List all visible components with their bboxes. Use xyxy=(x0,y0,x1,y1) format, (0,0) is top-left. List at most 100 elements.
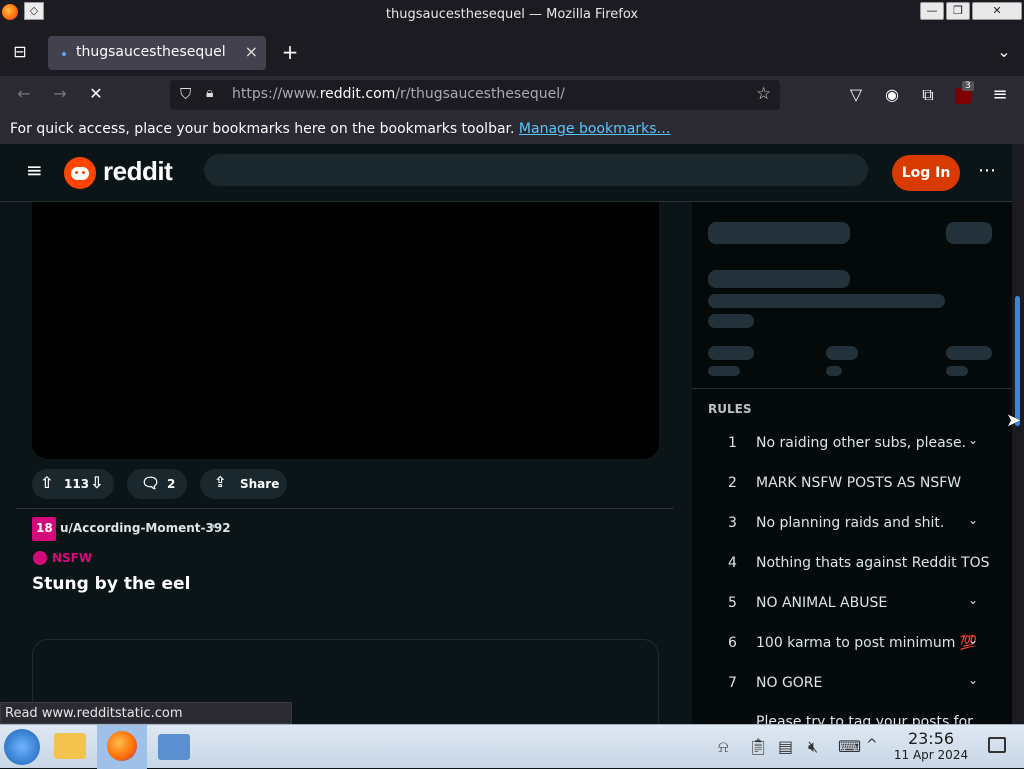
list-all-tabs-icon[interactable]: ⊟ xyxy=(10,42,30,61)
loading-skeleton xyxy=(708,222,850,244)
rule-item[interactable]: 5 NO ANIMAL ABUSE ⌄ xyxy=(692,593,1012,635)
share-button[interactable]: ⇪ Share xyxy=(200,469,287,499)
reddit-page: ≡ reddit Log In ⋯ ⇧ 113 ⇩ 🗨︎ 2 ⇪ Share 1… xyxy=(0,144,1012,724)
rule-text: Nothing thats against Reddit TOS xyxy=(756,555,990,571)
loading-skeleton xyxy=(708,346,754,360)
system-settings-icon[interactable] xyxy=(158,734,190,760)
account-icon[interactable]: ◉ xyxy=(882,85,902,104)
avatar-18-badge: 18 xyxy=(36,521,53,535)
clipboard-icon[interactable]: 📋︎ xyxy=(748,737,768,756)
show-desktop-icon[interactable] xyxy=(988,737,1006,753)
tracking-protection-icon[interactable]: ⛉ xyxy=(180,85,191,103)
sidebar-divider xyxy=(692,388,1012,389)
tab-bar: ⊟ thugsaucesthesequel × + ⌄ xyxy=(0,30,1024,76)
separator-dot: • xyxy=(210,520,218,534)
clock[interactable]: 23:56 11 Apr 2024 xyxy=(890,729,972,762)
tab-active[interactable]: thugsaucesthesequel × xyxy=(48,36,266,70)
new-tab-button[interactable]: + xyxy=(280,40,300,64)
search-bar-placeholder[interactable] xyxy=(204,154,868,186)
loading-skeleton xyxy=(826,366,842,376)
rule-text: MARK NSFW POSTS AS NSFW xyxy=(756,475,962,491)
nsfw-label: NSFW xyxy=(52,551,93,565)
rule-item[interactable]: 1 No raiding other subs, please. ⌄ xyxy=(692,433,1012,475)
chevron-down-icon[interactable]: ⌄ xyxy=(968,633,978,647)
loading-skeleton xyxy=(946,366,968,376)
tray-expand-icon[interactable]: ^ xyxy=(866,737,878,753)
reddit-wordmark[interactable]: reddit xyxy=(103,156,173,187)
loading-skeleton xyxy=(708,366,740,376)
app-menu-icon[interactable]: ≡ xyxy=(990,84,1010,105)
rule-number: 2 xyxy=(728,475,737,491)
tab-loading-icon xyxy=(62,52,66,56)
bookmark-star-icon[interactable]: ☆ xyxy=(756,84,771,104)
url-text[interactable]: https://www.reddit.com/r/thugsaucesthese… xyxy=(232,86,565,102)
lock-icon[interactable]: 🔒︎ xyxy=(206,85,213,101)
page-scrollbar[interactable] xyxy=(1012,144,1024,724)
close-window-button[interactable]: ✕ xyxy=(972,2,1022,20)
extension-badge: 3 xyxy=(962,81,974,91)
mouse-cursor-icon: ➤ xyxy=(1006,410,1022,431)
hamburger-menu-icon[interactable]: ≡ xyxy=(26,160,46,180)
volume-muted-icon[interactable]: 🔇︎ xyxy=(808,737,818,757)
notifications-icon[interactable]: ⍾ xyxy=(718,737,729,757)
more-options-icon[interactable]: ⋯ xyxy=(978,160,996,181)
vote-bar: ⇧ 113 ⇩ xyxy=(32,469,114,499)
close-tab-icon[interactable]: × xyxy=(245,42,258,61)
back-button[interactable]: ← xyxy=(14,84,34,103)
comment-icon: 🗨︎ xyxy=(141,474,161,492)
share-label: Share xyxy=(240,477,280,491)
loading-skeleton xyxy=(946,222,992,244)
status-text: Read www.redditstatic.com xyxy=(5,706,183,721)
rule-number: 4 xyxy=(728,555,737,571)
extensions-icon[interactable]: ⧉ xyxy=(918,85,938,105)
window-titlebar: ◇ thugsaucesthesequel — Mozilla Firefox … xyxy=(0,0,1024,30)
minimize-button[interactable]: — xyxy=(920,2,944,20)
keyboard-layout-icon[interactable]: ⌨ xyxy=(838,737,861,756)
rule-text: No raiding other subs, please. xyxy=(756,435,967,451)
rule-item[interactable]: 7 NO GORE ⌄ xyxy=(692,673,1012,715)
reddit-header: ≡ reddit Log In ⋯ xyxy=(0,144,1012,202)
subreddit-sidebar: RULES 1 No raiding other subs, please. ⌄ 2 M… xyxy=(692,202,1012,724)
login-button[interactable]: Log In xyxy=(892,155,960,191)
tab-overflow-chevron-icon[interactable]: ⌄ xyxy=(994,42,1014,61)
reddit-logo-icon[interactable] xyxy=(64,157,96,189)
share-icon: ⇪ xyxy=(214,473,227,491)
downvote-icon[interactable]: ⇩ xyxy=(90,473,103,492)
file-manager-icon[interactable] xyxy=(54,733,86,759)
clock-date: 11 Apr 2024 xyxy=(893,748,969,762)
author-avatar[interactable]: 18 xyxy=(32,517,56,541)
loading-skeleton xyxy=(946,346,992,360)
post-title[interactable]: Stung by the eel xyxy=(32,574,190,594)
rule-text: 100 karma to post minimum 💯 xyxy=(756,635,978,651)
rule-number: 7 xyxy=(728,675,737,691)
loading-skeleton xyxy=(708,294,945,308)
rule-number: 5 xyxy=(728,595,737,611)
chevron-down-icon[interactable]: ⌄ xyxy=(968,433,978,447)
navigation-toolbar: ← → ✕ ⛉ 🔒︎ https://www.reddit.com/r/thug… xyxy=(0,76,1024,114)
clock-time: 23:56 xyxy=(907,729,955,748)
maximize-button[interactable]: ❐ xyxy=(946,2,970,20)
stop-loading-button[interactable]: ✕ xyxy=(86,84,106,103)
status-bar: Read www.redditstatic.com xyxy=(0,702,292,724)
comments-button[interactable]: 🗨︎ 2 xyxy=(127,469,187,499)
start-button[interactable] xyxy=(4,729,40,765)
post-video-player[interactable] xyxy=(32,202,659,459)
forward-button[interactable]: → xyxy=(50,84,70,103)
chevron-down-icon[interactable]: ⌄ xyxy=(968,513,978,527)
firefox-taskbar-icon[interactable] xyxy=(97,725,147,769)
rule-item[interactable]: 6 100 karma to post minimum 💯 ⌄ xyxy=(692,633,1012,675)
rule-item[interactable]: 3 No planning raids and shit. ⌄ xyxy=(692,513,1012,555)
manage-bookmarks-link[interactable]: Manage bookmarks… xyxy=(519,121,671,137)
post-author[interactable]: u/According-Moment-392 xyxy=(60,521,231,535)
chevron-down-icon[interactable]: ⌄ xyxy=(968,673,978,687)
rule-text: NO GORE xyxy=(756,675,823,691)
url-bar[interactable]: ⛉ 🔒︎ https://www.reddit.com/r/thugsauces… xyxy=(170,80,780,110)
upvote-icon[interactable]: ⇧ xyxy=(40,473,53,492)
scrollbar-thumb[interactable] xyxy=(1015,296,1020,426)
chevron-down-icon[interactable]: ⌄ xyxy=(968,593,978,607)
pocket-icon[interactable]: ▽ xyxy=(846,85,866,104)
device-icon[interactable]: ▤ xyxy=(778,737,793,756)
rule-text: NO ANIMAL ABUSE xyxy=(756,595,888,611)
post-divider xyxy=(16,508,674,509)
bookmarks-toolbar: For quick access, place your bookmarks h… xyxy=(0,114,1024,144)
